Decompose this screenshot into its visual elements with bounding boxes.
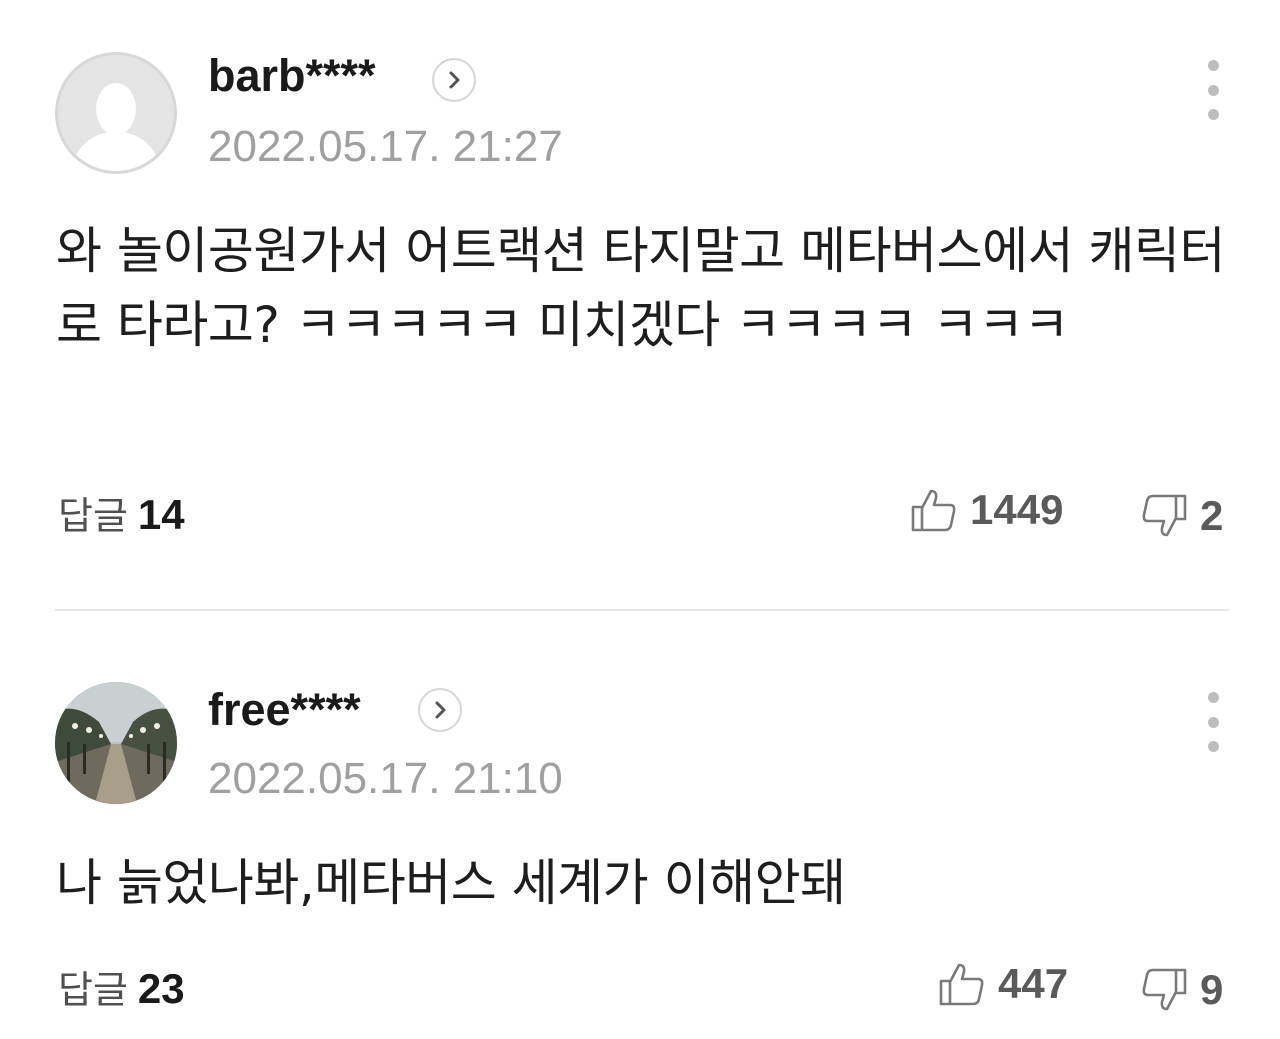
reply-button[interactable]: 답글 14 <box>58 492 185 539</box>
more-vertical-icon <box>1207 692 1219 703</box>
reply-label: 답글 <box>58 494 128 538</box>
reply-count: 23 <box>137 965 185 1012</box>
like-button[interactable]: 1449 <box>910 486 1063 534</box>
thumbs-up-icon <box>911 489 956 532</box>
profile-link-button[interactable] <box>432 58 476 102</box>
more-options-button[interactable] <box>1200 692 1226 752</box>
comment-timestamp: 2022.05.17. 21:10 <box>208 754 563 803</box>
dislike-count: 2 <box>1200 492 1224 539</box>
chevron-right-icon <box>435 701 446 719</box>
username[interactable]: barb**** <box>208 50 376 102</box>
dislike-button[interactable]: 9 <box>1140 966 1223 1014</box>
reply-button[interactable]: 답글 23 <box>58 966 185 1013</box>
default-avatar-icon <box>58 55 174 171</box>
chevron-right-icon <box>449 71 460 89</box>
like-count: 1449 <box>970 486 1064 533</box>
more-options-button[interactable] <box>1200 60 1226 120</box>
thumbs-down-icon <box>1142 494 1187 537</box>
comment-body: 나 늙었나봐,메타버스 세계가 이해안돼 <box>56 854 846 912</box>
dislike-button[interactable]: 2 <box>1140 492 1223 540</box>
thumbs-up-icon <box>939 963 984 1006</box>
like-count: 447 <box>998 960 1069 1007</box>
avatar[interactable] <box>55 682 177 804</box>
thumbs-down-icon <box>1142 968 1187 1011</box>
comment-item: barb**** 2022.05.17. 21:27 와 놀이공원가서 어트랙션… <box>0 0 1280 610</box>
comment-body: 와 놀이공원가서 어트랙션 타지말고 메타버스에서 캐릭터로 타라고? ㅋㅋㅋㅋ… <box>56 222 1225 354</box>
reply-label: 답글 <box>58 968 128 1012</box>
username[interactable]: free**** <box>208 684 361 736</box>
comment-timestamp: 2022.05.17. 21:27 <box>208 122 563 171</box>
more-vertical-icon <box>1207 60 1219 71</box>
profile-link-button[interactable] <box>418 688 462 732</box>
dislike-count: 9 <box>1200 966 1224 1013</box>
like-button[interactable]: 447 <box>938 960 1068 1008</box>
avatar[interactable] <box>55 52 177 174</box>
reply-count: 14 <box>137 491 185 538</box>
comment-divider <box>55 609 1229 611</box>
tree-lined-path-photo <box>55 682 177 804</box>
comment-item: free**** 2022.05.17. 21:10 나 늙었나봐,메타버스 세… <box>0 612 1280 1039</box>
